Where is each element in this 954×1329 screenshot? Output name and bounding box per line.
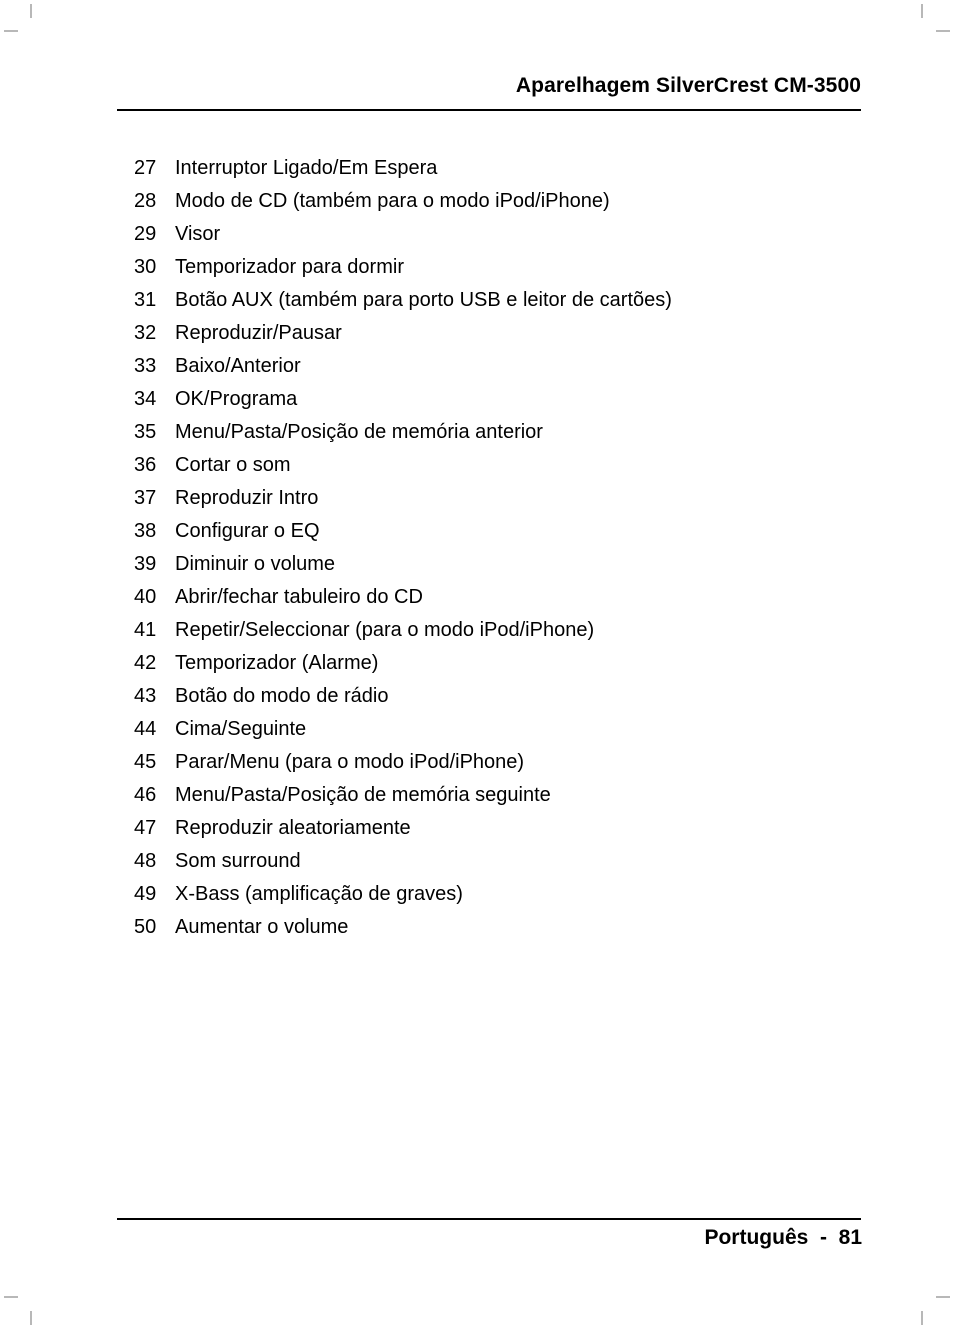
- list-item-label: Diminuir o volume: [175, 553, 336, 575]
- list-item: 32 Reproduzir/Pausar: [117, 317, 877, 350]
- list-item-number: 45: [134, 751, 157, 773]
- list-item-label: Botão AUX (também para porto USB e leito…: [175, 289, 672, 311]
- list-item-number: 28: [134, 190, 157, 212]
- list-item: 27 Interruptor Ligado/Em Espera: [117, 152, 877, 185]
- list-item: 31 Botão AUX (também para porto USB e le…: [117, 284, 877, 317]
- crop-mark-bottom-left-horizontal: [4, 1296, 18, 1298]
- control-legend-section: 27 Interruptor Ligado/Em Espera 28 Modo …: [117, 152, 877, 944]
- crop-mark-top-right-horizontal: [936, 30, 950, 32]
- list-item-label: Abrir/fechar tabuleiro do CD: [175, 586, 423, 608]
- page-footer: Português - 81: [117, 1224, 862, 1252]
- list-item-number: 33: [134, 355, 157, 377]
- list-item: 43 Botão do modo de rádio: [117, 680, 877, 713]
- footer-language-and-page: Português - 81: [704, 1226, 862, 1249]
- list-item: 42 Temporizador (Alarme): [117, 647, 877, 680]
- crop-mark-bottom-right-horizontal: [936, 1296, 950, 1298]
- list-item-label: Temporizador para dormir: [175, 256, 404, 278]
- list-item-label: Menu/Pasta/Posição de memória anterior: [175, 421, 543, 443]
- list-item: 29 Visor: [117, 218, 877, 251]
- crop-mark-bottom-right-vertical: [921, 1311, 923, 1325]
- list-item-label: Parar/Menu (para o modo iPod/iPhone): [175, 751, 525, 773]
- list-item-number: 36: [134, 454, 157, 476]
- list-item-number: 40: [134, 586, 157, 608]
- document-page: Aparelhagem SilverCrest CM-3500 27 Inter…: [0, 0, 954, 1329]
- list-item-label: X-Bass (amplificação de graves): [175, 883, 463, 905]
- crop-mark-top-left-horizontal: [4, 30, 18, 32]
- list-item-label: Temporizador (Alarme): [175, 652, 379, 674]
- list-item-label: OK/Programa: [175, 388, 298, 410]
- crop-mark-bottom-left-vertical: [30, 1311, 32, 1325]
- list-item-number: 32: [134, 322, 157, 344]
- list-item-label: Som surround: [175, 850, 301, 872]
- list-item-number: 29: [134, 223, 157, 245]
- list-item-number: 49: [134, 883, 157, 905]
- list-item-number: 30: [134, 256, 157, 278]
- crop-mark-top-right-vertical: [921, 4, 923, 18]
- list-item-number: 37: [134, 487, 157, 509]
- list-item: 46 Menu/Pasta/Posição de memória seguint…: [117, 779, 877, 812]
- list-item-label: Cima/Seguinte: [175, 718, 307, 740]
- list-item-label: Menu/Pasta/Posição de memória seguinte: [175, 784, 551, 806]
- list-item: 50 Aumentar o volume: [117, 911, 877, 944]
- list-item-number: 38: [134, 520, 157, 542]
- list-item-number: 50: [134, 916, 157, 938]
- list-item: 37 Reproduzir Intro: [117, 482, 877, 515]
- list-item-label: Repetir/Seleccionar (para o modo iPod/iP…: [175, 619, 595, 641]
- list-item: 47 Reproduzir aleatoriamente: [117, 812, 877, 845]
- list-item-number: 43: [134, 685, 157, 707]
- list-item-number: 39: [134, 553, 157, 575]
- list-item-number: 35: [134, 421, 157, 443]
- list-item-number: 48: [134, 850, 157, 872]
- list-item-label: Configurar o EQ: [175, 520, 320, 542]
- list-item-label: Reproduzir aleatoriamente: [175, 817, 411, 839]
- list-item: 41 Repetir/Seleccionar (para o modo iPod…: [117, 614, 877, 647]
- list-item-number: 44: [134, 718, 157, 740]
- list-item: 35 Menu/Pasta/Posição de memória anterio…: [117, 416, 877, 449]
- list-item: 36 Cortar o som: [117, 449, 877, 482]
- list-item: 45 Parar/Menu (para o modo iPod/iPhone): [117, 746, 877, 779]
- list-item-number: 47: [134, 817, 157, 839]
- list-item-number: 34: [134, 388, 157, 410]
- list-item-number: 31: [134, 289, 157, 311]
- page-header: Aparelhagem SilverCrest CM-3500: [117, 73, 861, 99]
- list-item: 49 X-Bass (amplificação de graves): [117, 878, 877, 911]
- list-item-label: Aumentar o volume: [175, 916, 349, 938]
- footer-divider: [117, 1218, 861, 1220]
- list-item: 28 Modo de CD (também para o modo iPod/i…: [117, 185, 877, 218]
- header-divider: [117, 109, 861, 111]
- list-item: 48 Som surround: [117, 845, 877, 878]
- list-item: 44 Cima/Seguinte: [117, 713, 877, 746]
- list-item-label: Visor: [175, 223, 221, 245]
- list-item-number: 46: [134, 784, 157, 806]
- list-item-label: Cortar o som: [175, 454, 291, 476]
- list-item-label: Botão do modo de rádio: [175, 685, 389, 707]
- list-item-number: 27: [134, 157, 157, 179]
- list-item: 30 Temporizador para dormir: [117, 251, 877, 284]
- control-legend-list: 27 Interruptor Ligado/Em Espera 28 Modo …: [117, 152, 877, 944]
- list-item: 39 Diminuir o volume: [117, 548, 877, 581]
- list-item-number: 42: [134, 652, 157, 674]
- list-item: 34 OK/Programa: [117, 383, 877, 416]
- list-item: 33 Baixo/Anterior: [117, 350, 877, 383]
- list-item: 38 Configurar o EQ: [117, 515, 877, 548]
- page-title: Aparelhagem SilverCrest CM-3500: [515, 74, 861, 97]
- list-item-label: Reproduzir Intro: [175, 487, 319, 509]
- list-item-label: Baixo/Anterior: [175, 355, 301, 377]
- list-item-label: Interruptor Ligado/Em Espera: [175, 157, 438, 179]
- list-item-label: Reproduzir/Pausar: [175, 322, 342, 344]
- list-item-label: Modo de CD (também para o modo iPod/iPho…: [175, 190, 610, 212]
- list-item: 40 Abrir/fechar tabuleiro do CD: [117, 581, 877, 614]
- list-item-number: 41: [134, 619, 157, 641]
- crop-mark-top-left-vertical: [30, 4, 32, 18]
